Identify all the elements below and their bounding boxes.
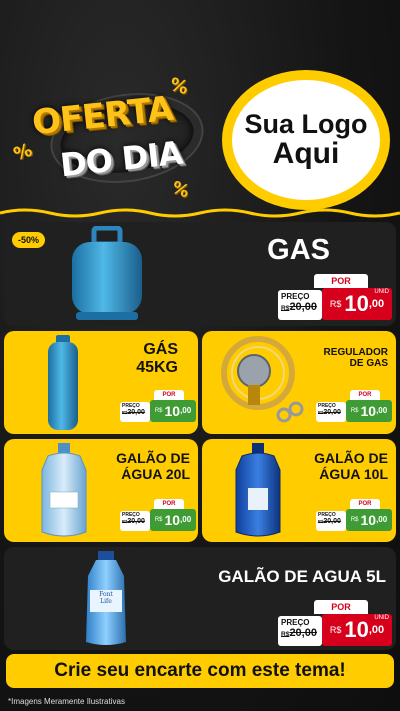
price-tag: POR PREÇO R$20,00 R$ 10 ,00 — [120, 390, 196, 422]
old-price: R$20,00 — [122, 518, 145, 525]
new-price-int: 10 — [360, 403, 377, 419]
por-label: POR — [350, 499, 380, 509]
price-tag: POR PREÇO R$20,00 R$ 10 ,00 UNID — [278, 274, 392, 320]
product-name-line-2: ÁGUA 10L — [319, 465, 388, 482]
old-price-box: PREÇO R$20,00 — [278, 290, 322, 320]
old-price-box: PREÇO R$20,00 — [120, 511, 150, 531]
new-price-box: R$ 10 ,00 — [346, 400, 392, 422]
new-price-box: R$ 10 ,00 — [150, 400, 196, 422]
new-price-dec: ,00 — [368, 298, 385, 310]
product-name-line-2: 45KG — [136, 358, 178, 376]
product-name-line-1: GALÃO DE — [116, 450, 190, 466]
header: OFERTA DO DIA % % % Sua Logo Aqui — [0, 0, 400, 218]
bottle-brand-line-1: Font — [99, 591, 113, 598]
logo-line-1: Sua Logo — [244, 109, 368, 140]
unit-label: UNID — [374, 615, 389, 621]
old-price: R$20,00 — [318, 409, 341, 416]
old-price-box: PREÇO R$20,00 — [278, 616, 322, 646]
old-price: R$20,00 — [122, 409, 145, 416]
currency: R$ — [329, 299, 342, 309]
bottle-label: Font Life — [90, 591, 122, 605]
por-label: POR — [314, 274, 368, 288]
new-price-int: 10 — [164, 403, 181, 419]
currency: R$ — [154, 517, 163, 523]
product-name-line-1: REGULADOR — [323, 347, 388, 358]
price-tag: POR PREÇO R$20,00 R$ 10 ,00 — [316, 390, 392, 422]
price-tag: POR PREÇO R$20,00 R$ 10 ,00 — [316, 499, 392, 531]
bottle-brand-line-2: Life — [100, 598, 112, 605]
currency: R$ — [329, 625, 342, 635]
por-label: POR — [350, 390, 380, 400]
new-price-box: R$ 10 ,00 — [150, 509, 196, 531]
product-name: REGULADOR DE GAS — [324, 347, 388, 369]
unit-label: UNID — [374, 289, 389, 295]
product-name-line-1: GALÃO DE — [314, 450, 388, 466]
gas-regulator-icon — [221, 336, 304, 423]
disclaimer-note: *Imagens Meramente Ilustrativas — [8, 697, 125, 706]
new-price-box: R$ 10 ,00 UNID — [322, 288, 392, 320]
old-price-box: PREÇO R$20,00 — [316, 511, 346, 531]
old-price: R$20,00 — [281, 627, 317, 639]
product-card-galao-10l[interactable]: GALÃO DE ÁGUA 10L POR PREÇO R$20,00 R$ 1… — [202, 439, 396, 542]
new-price-int: 10 — [164, 512, 181, 528]
price-tag: POR PREÇO R$20,00 R$ 10 ,00 UNID — [278, 600, 392, 646]
por-label: POR — [154, 499, 184, 509]
oferta-do-dia-headline: OFERTA DO DIA — [22, 85, 212, 191]
price-tag: POR PREÇO R$20,00 R$ 10 ,00 — [120, 499, 196, 531]
logo-line-2: Aqui — [272, 137, 340, 171]
water-jug-20l-icon — [41, 443, 87, 537]
product-card-gas-45kg[interactable]: GÁS 45KG POR PREÇO R$20,00 R$ 10 ,00 — [4, 331, 198, 434]
new-price-int: 10 — [344, 291, 369, 316]
old-price-box: PREÇO R$20,00 — [120, 402, 150, 422]
new-price-int: 10 — [344, 617, 369, 642]
product-name-line-2: ÁGUA 20L — [121, 465, 190, 482]
product-name: GÁS 45KG — [136, 341, 178, 377]
product-name: GALÃO DE AGUA 5L — [218, 567, 386, 586]
new-price-dec: ,00 — [368, 624, 385, 636]
tall-gas-cylinder-icon — [48, 335, 78, 430]
product-card-gas[interactable]: -50% GAS POR PREÇO R$20,00 R$ 10 ,00 UNI… — [4, 222, 396, 326]
product-card-galao-20l[interactable]: GALÃO DE ÁGUA 20L POR PREÇO R$20,00 R$ 1… — [4, 439, 198, 542]
product-name: GAS — [267, 234, 330, 266]
preco-label: PREÇO — [281, 618, 310, 627]
old-price: R$20,00 — [318, 518, 341, 525]
cta-banner[interactable]: Crie seu encarte com este tema! — [6, 654, 394, 688]
product-name-line-1: GÁS — [143, 341, 178, 358]
product-card-regulador[interactable]: REGULADOR DE GAS POR PREÇO R$20,00 R$ 10… — [202, 331, 396, 434]
por-label: POR — [154, 390, 184, 400]
currency: R$ — [350, 517, 359, 523]
gas-cylinder-icon — [72, 226, 142, 320]
old-price-box: PREÇO R$20,00 — [316, 402, 346, 422]
discount-badge: -50% — [12, 232, 46, 248]
old-price: R$20,00 — [281, 301, 317, 313]
new-price-dec: ,00 — [376, 515, 388, 524]
new-price-dec: ,00 — [180, 406, 192, 415]
new-price-box: R$ 10 ,00 UNID — [322, 614, 392, 646]
logo-placeholder[interactable]: Sua Logo Aqui — [222, 70, 390, 210]
new-price-box: R$ 10 ,00 — [346, 509, 392, 531]
new-price-dec: ,00 — [180, 515, 192, 524]
por-label: POR — [314, 600, 368, 614]
new-price-int: 10 — [360, 512, 377, 528]
product-name: GALÃO DE ÁGUA 20L — [116, 450, 190, 482]
product-name: GALÃO DE ÁGUA 10L — [314, 450, 388, 482]
new-price-dec: ,00 — [376, 406, 388, 415]
product-name-line-2: DE GAS — [349, 358, 388, 370]
currency: R$ — [154, 408, 163, 414]
water-jug-10l-icon — [235, 443, 281, 537]
product-card-galao-5l[interactable]: Font Life GALÃO DE AGUA 5L POR PREÇO R$2… — [4, 547, 396, 650]
preco-label: PREÇO — [281, 292, 310, 301]
flyer-page: OFERTA DO DIA % % % Sua Logo Aqui -50% G… — [0, 0, 400, 711]
currency: R$ — [350, 408, 359, 414]
